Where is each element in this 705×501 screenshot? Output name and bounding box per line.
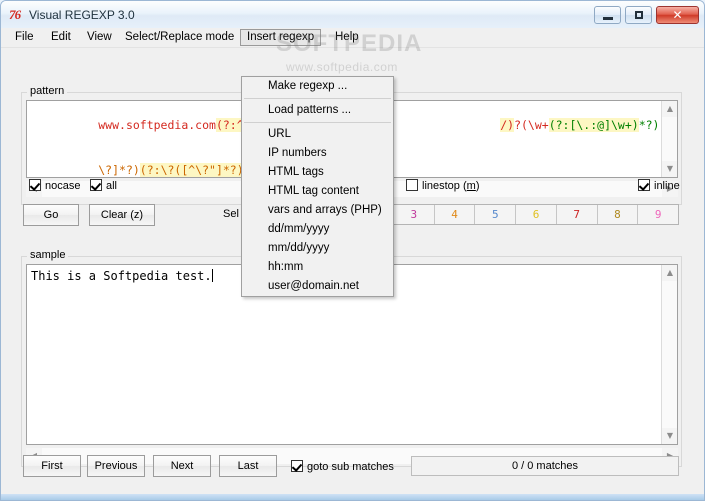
- menu-separator: [244, 98, 391, 99]
- title-bar[interactable]: 7 6 Visual REGEXP 3.0 ✕: [1, 1, 704, 28]
- pattern-token: (?:[\.:@]\w+): [548, 118, 639, 132]
- menu-view[interactable]: View: [81, 29, 118, 46]
- all-label: all: [106, 180, 118, 192]
- menu-item-html-tags[interactable]: HTML tags: [242, 163, 393, 182]
- first-button-label: First: [41, 460, 63, 472]
- clear-button[interactable]: Clear (z): [89, 204, 155, 226]
- menu-bar: File Edit View Select/Replace mode Inser…: [1, 28, 704, 48]
- checkbox-nocase[interactable]: nocase: [29, 179, 80, 193]
- go-button-label: Go: [43, 209, 59, 221]
- text-caret: [211, 269, 213, 282]
- pattern-token: (?:\?([^\?"]*?)): [139, 163, 251, 177]
- scroll-down-icon[interactable]: ▼: [662, 428, 677, 444]
- linestop-label: linestop: [422, 180, 460, 192]
- pattern-token: ?(\w+: [514, 118, 549, 132]
- menu-separator: [244, 122, 391, 123]
- go-button[interactable]: Go: [23, 204, 79, 226]
- previous-button-label: Previous: [94, 460, 138, 472]
- pattern-token: www.softpedia.com: [98, 118, 216, 132]
- menu-item-html-tag-content[interactable]: HTML tag content: [242, 182, 393, 201]
- sample-vscrollbar[interactable]: ▲ ▼: [661, 265, 677, 444]
- pattern-token: /): [500, 118, 515, 132]
- application-window: 7 6 Visual REGEXP 3.0 ✕ File Edit View S…: [0, 0, 705, 501]
- group-tab-6[interactable]: 6: [516, 205, 557, 224]
- goto-sub-matches-checkbox-box[interactable]: [291, 460, 303, 472]
- group-tab-7[interactable]: 7: [557, 205, 598, 224]
- menu-select-replace-mode[interactable]: Select/Replace mode: [119, 29, 240, 46]
- group-number-tabs[interactable]: 3 4 5 6 7 8 9: [393, 204, 679, 225]
- pattern-token: \?]*?): [98, 163, 140, 177]
- scroll-up-icon[interactable]: ▲: [662, 101, 677, 117]
- menu-item-mm-dd-yyyy[interactable]: mm/dd/yyyy: [242, 239, 393, 258]
- menu-item-hh-mm[interactable]: hh:mm: [242, 258, 393, 277]
- sample-text: This is a Softpedia test.: [31, 269, 212, 283]
- scroll-up-icon[interactable]: ▲: [662, 265, 677, 281]
- window-title: Visual REGEXP 3.0: [29, 8, 135, 22]
- client-area: File Edit View Select/Replace mode Inser…: [1, 28, 704, 494]
- inline-label: inline: [654, 180, 680, 192]
- nocase-label: nocase: [45, 180, 81, 192]
- insert-regexp-dropdown[interactable]: Make regexp ... Load patterns ... URL IP…: [241, 76, 394, 297]
- menu-item-make-regexp[interactable]: Make regexp ...: [242, 77, 393, 96]
- menu-insert-regexp[interactable]: Insert regexp: [240, 29, 322, 46]
- menu-item-load-patterns[interactable]: Load patterns ...: [242, 101, 393, 120]
- scroll-down-icon[interactable]: ▼: [662, 161, 677, 177]
- group-tab-4[interactable]: 4: [435, 205, 476, 224]
- linestop-checkbox-box[interactable]: [406, 179, 418, 191]
- next-button-label: Next: [170, 460, 194, 472]
- first-button[interactable]: First: [23, 455, 81, 477]
- next-button[interactable]: Next: [153, 455, 211, 477]
- clear-button-label: Clear (z): [100, 209, 144, 221]
- window-bottom-edge: [1, 494, 704, 500]
- linestop-accel: (m): [462, 180, 480, 192]
- group-tab-5[interactable]: 5: [475, 205, 517, 224]
- last-button-label: Last: [237, 460, 259, 472]
- pattern-group-label: pattern: [27, 86, 68, 97]
- sample-vscroll-track[interactable]: [662, 281, 677, 428]
- menu-item-user-domain[interactable]: user@domain.net: [242, 277, 393, 296]
- menu-item-vars-and-arrays[interactable]: vars and arrays (PHP): [242, 201, 393, 220]
- checkbox-inline[interactable]: inline: [638, 179, 680, 193]
- app-icon: 7 6: [9, 7, 21, 22]
- pattern-vscroll-track[interactable]: [662, 117, 677, 161]
- inline-checkbox-box[interactable]: [638, 179, 650, 191]
- close-icon: ✕: [672, 8, 683, 22]
- nocase-checkbox-box[interactable]: [29, 179, 41, 191]
- close-button[interactable]: ✕: [656, 6, 699, 24]
- select-label-truncated: Sel: [223, 208, 239, 220]
- checkbox-all[interactable]: all: [90, 179, 117, 193]
- window-controls: ✕: [593, 6, 699, 25]
- last-button[interactable]: Last: [219, 455, 277, 477]
- previous-button[interactable]: Previous: [87, 455, 145, 477]
- maximize-button[interactable]: [624, 6, 652, 24]
- menu-item-ip-numbers[interactable]: IP numbers: [242, 144, 393, 163]
- menu-help[interactable]: Help: [329, 29, 365, 46]
- maximize-icon: [634, 11, 643, 19]
- pattern-vscrollbar[interactable]: ▲ ▼: [661, 101, 677, 177]
- menu-item-dd-mm-yyyy[interactable]: dd/mm/yyyy: [242, 220, 393, 239]
- checkbox-goto-sub-matches[interactable]: goto sub matches: [291, 460, 394, 474]
- pattern-token: *?): [638, 118, 659, 132]
- sample-group-label: sample: [27, 250, 69, 261]
- minimize-button[interactable]: [593, 6, 621, 24]
- match-count-readout: 0 / 0 matches: [411, 456, 679, 476]
- menu-file[interactable]: File: [9, 29, 40, 46]
- group-tab-3[interactable]: 3: [394, 205, 435, 224]
- minimize-icon: [602, 17, 613, 20]
- menu-edit[interactable]: Edit: [45, 29, 77, 46]
- group-tab-9[interactable]: 9: [638, 205, 678, 224]
- menu-item-url[interactable]: URL: [242, 125, 393, 144]
- checkbox-linestop[interactable]: linestop (m): [406, 179, 480, 193]
- group-tab-8[interactable]: 8: [598, 205, 639, 224]
- all-checkbox-box[interactable]: [90, 179, 102, 191]
- goto-sub-matches-label: goto sub matches: [307, 461, 394, 473]
